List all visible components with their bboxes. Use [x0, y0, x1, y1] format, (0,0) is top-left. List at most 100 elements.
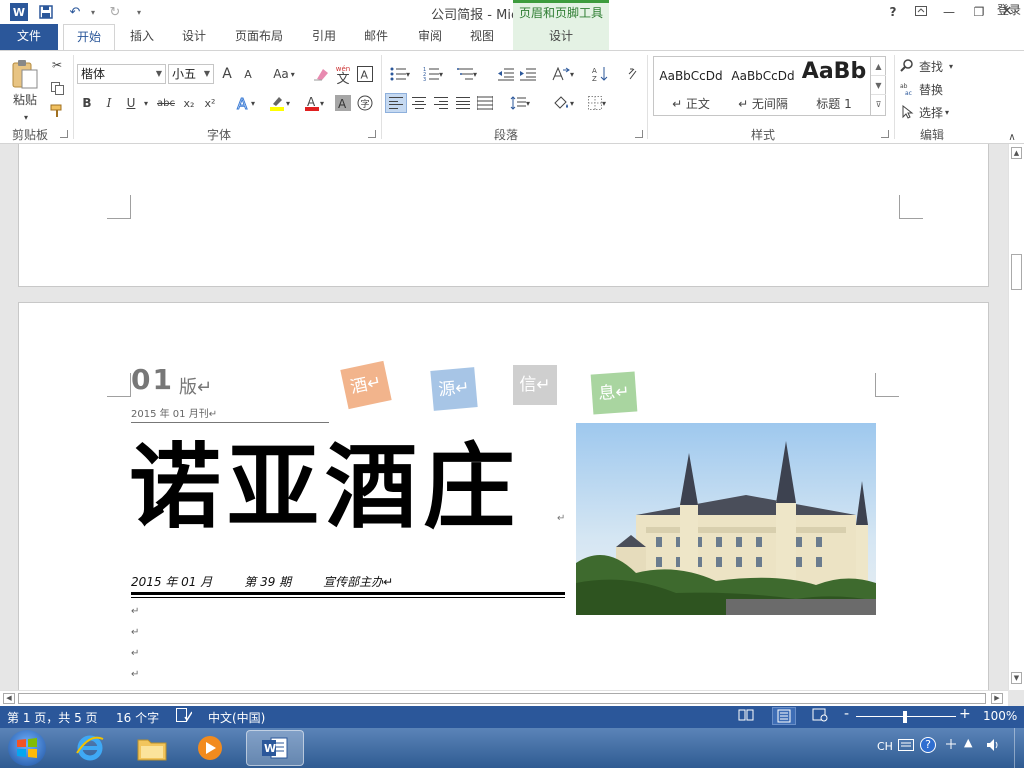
headline-title[interactable]: 诺亚酒庄 [129, 433, 521, 543]
page-count-status[interactable]: 第 1 页，共 5 页 [7, 709, 98, 726]
vertical-scrollbar[interactable]: ▲ ▼ [1008, 144, 1024, 690]
style-normal[interactable]: AaBbCcDd ↵ 正文 [656, 57, 726, 115]
keyboard-icon[interactable] [898, 739, 914, 754]
character-shading-icon[interactable]: A [334, 93, 352, 113]
replace-button[interactable]: ab ac 替换 [900, 79, 950, 99]
bold-button[interactable]: B [79, 93, 95, 113]
gallery-more-icon[interactable]: ⊽ [871, 95, 886, 114]
copy-icon[interactable] [48, 78, 66, 98]
scroll-left-icon[interactable]: ◀ [3, 693, 15, 704]
taskbar-explorer[interactable] [124, 730, 180, 766]
highlight-color-icon[interactable]: ▾ [264, 93, 294, 113]
font-size-combo[interactable]: 小五 ▼ [168, 64, 214, 84]
style-no-spacing[interactable]: AaBbCcDd ↵ 无间隔 [728, 57, 798, 115]
italic-button[interactable]: I [101, 93, 117, 113]
help-button[interactable]: ? [882, 3, 904, 21]
scroll-down-icon[interactable]: ▼ [1011, 672, 1022, 684]
tag-info[interactable]: 信↵ [513, 365, 557, 405]
web-layout-icon[interactable] [812, 708, 828, 725]
numbering-icon[interactable]: 1 2 3 ▾ [419, 64, 447, 84]
tab-review[interactable]: 审阅 [410, 24, 450, 50]
chateau-photo[interactable] [576, 423, 876, 615]
start-button[interactable] [8, 730, 46, 766]
page-previous[interactable] [18, 144, 989, 287]
font-launcher-icon[interactable] [368, 130, 376, 138]
word-count-status[interactable]: 16 个字 [116, 709, 159, 726]
edition-unit[interactable]: 版↵ [179, 373, 212, 399]
taskbar-word[interactable]: W [246, 730, 304, 766]
font-color-icon[interactable]: A ▾ [299, 93, 329, 113]
page-current[interactable]: 01 版↵ 2015 年 01 月刊↵ 酒↵ 源↵ 信↵ 息↵ 诺亚酒庄 ↵ 2… [18, 302, 989, 690]
login-link[interactable]: 登录 [994, 0, 1024, 24]
zoom-in-button[interactable]: + [959, 706, 971, 722]
tray-menu-icon[interactable] [944, 737, 958, 754]
tag-news[interactable]: 息↵ [590, 371, 638, 415]
align-center-icon[interactable] [409, 93, 429, 113]
gallery-up-icon[interactable]: ▲ [871, 57, 886, 76]
font-name-combo[interactable]: 楷体 ▼ [77, 64, 166, 84]
format-painter-icon[interactable] [48, 101, 66, 121]
clear-formatting-icon[interactable] [312, 64, 330, 84]
help-circle-icon[interactable]: ? [920, 737, 936, 753]
language-status[interactable]: 中文(中国) [208, 709, 265, 726]
tab-file[interactable]: 文件 [0, 24, 58, 50]
multilevel-list-icon[interactable]: ▾ [452, 64, 482, 84]
read-mode-icon[interactable] [738, 708, 754, 725]
align-left-button[interactable] [385, 93, 407, 113]
taskbar-ie[interactable] [62, 730, 118, 766]
text-effects-icon[interactable]: A ▾ [232, 93, 258, 113]
paragraph-launcher-icon[interactable] [635, 130, 643, 138]
zoom-slider-thumb[interactable] [903, 711, 907, 723]
proofing-icon[interactable] [176, 708, 193, 725]
scroll-right-icon[interactable]: ▶ [991, 693, 1003, 704]
show-desktop-button[interactable] [1014, 728, 1024, 768]
gallery-down-icon[interactable]: ▼ [871, 76, 886, 95]
enclose-characters-icon[interactable]: 字 [356, 93, 374, 113]
cut-icon[interactable]: ✂ [48, 55, 66, 75]
chinese-layout-icon[interactable]: ▾ [548, 64, 578, 84]
tab-page-layout[interactable]: 页面布局 [226, 24, 292, 50]
paste-icon[interactable] [8, 57, 42, 91]
restore-button[interactable]: ❐ [968, 3, 990, 21]
print-layout-icon[interactable] [772, 707, 796, 725]
decrease-indent-icon[interactable] [496, 64, 516, 84]
sort-icon[interactable]: AZ [590, 64, 610, 84]
tag-wine[interactable]: 酒↵ [340, 360, 392, 410]
select-button[interactable]: 选择 ▾ [900, 102, 962, 122]
empty-paragraphs[interactable]: ↵ ↵ ↵ ↵ [131, 601, 139, 685]
strikethrough-button[interactable]: abc [155, 93, 177, 113]
borders-icon[interactable]: ▾ [582, 93, 612, 113]
underline-button[interactable]: U [123, 93, 139, 113]
paste-button[interactable]: 粘贴 [8, 89, 42, 109]
subscript-button[interactable]: x₂ [180, 93, 198, 113]
ribbon-display-options-button[interactable] [910, 3, 932, 21]
increase-indent-icon[interactable] [518, 64, 538, 84]
hscroll-thumb[interactable] [18, 693, 986, 704]
tab-insert[interactable]: 插入 [122, 24, 162, 50]
taskbar-media-player[interactable] [182, 730, 238, 766]
tab-header-footer-design[interactable]: 设计 [513, 24, 609, 50]
issue-info-line[interactable]: 2015 年 01 月 第 39 期 宣传部主办↵ [131, 573, 393, 590]
phonetic-guide-button[interactable]: 文 [334, 67, 352, 87]
change-case-button[interactable]: Aa ▾ [268, 64, 300, 84]
line-spacing-icon[interactable]: ▾ [505, 93, 535, 113]
show-paragraph-marks-icon[interactable] [622, 64, 642, 84]
tab-view[interactable]: 视图 [462, 24, 502, 50]
minimize-button[interactable]: — [938, 3, 960, 21]
tab-mailings[interactable]: 邮件 [356, 24, 396, 50]
scroll-thumb[interactable] [1011, 254, 1022, 290]
grow-font-button[interactable]: A [218, 64, 236, 84]
align-right-icon[interactable] [431, 93, 451, 113]
tab-references[interactable]: 引用 [304, 24, 344, 50]
scroll-up-icon[interactable]: ▲ [1011, 147, 1022, 159]
clipboard-launcher-icon[interactable] [60, 130, 68, 138]
zoom-level[interactable]: 100% [983, 709, 1017, 723]
bullets-icon[interactable]: ▾ [386, 64, 414, 84]
distributed-icon[interactable] [475, 93, 495, 113]
show-hidden-icons[interactable]: ▲ [964, 736, 972, 749]
chevron-down-icon[interactable]: ▾ [141, 93, 151, 113]
paste-dropdown-icon[interactable]: ▾ [20, 107, 32, 127]
superscript-button[interactable]: x² [201, 93, 219, 113]
zoom-out-button[interactable]: - [844, 706, 849, 722]
shrink-font-button[interactable]: A [240, 64, 256, 84]
